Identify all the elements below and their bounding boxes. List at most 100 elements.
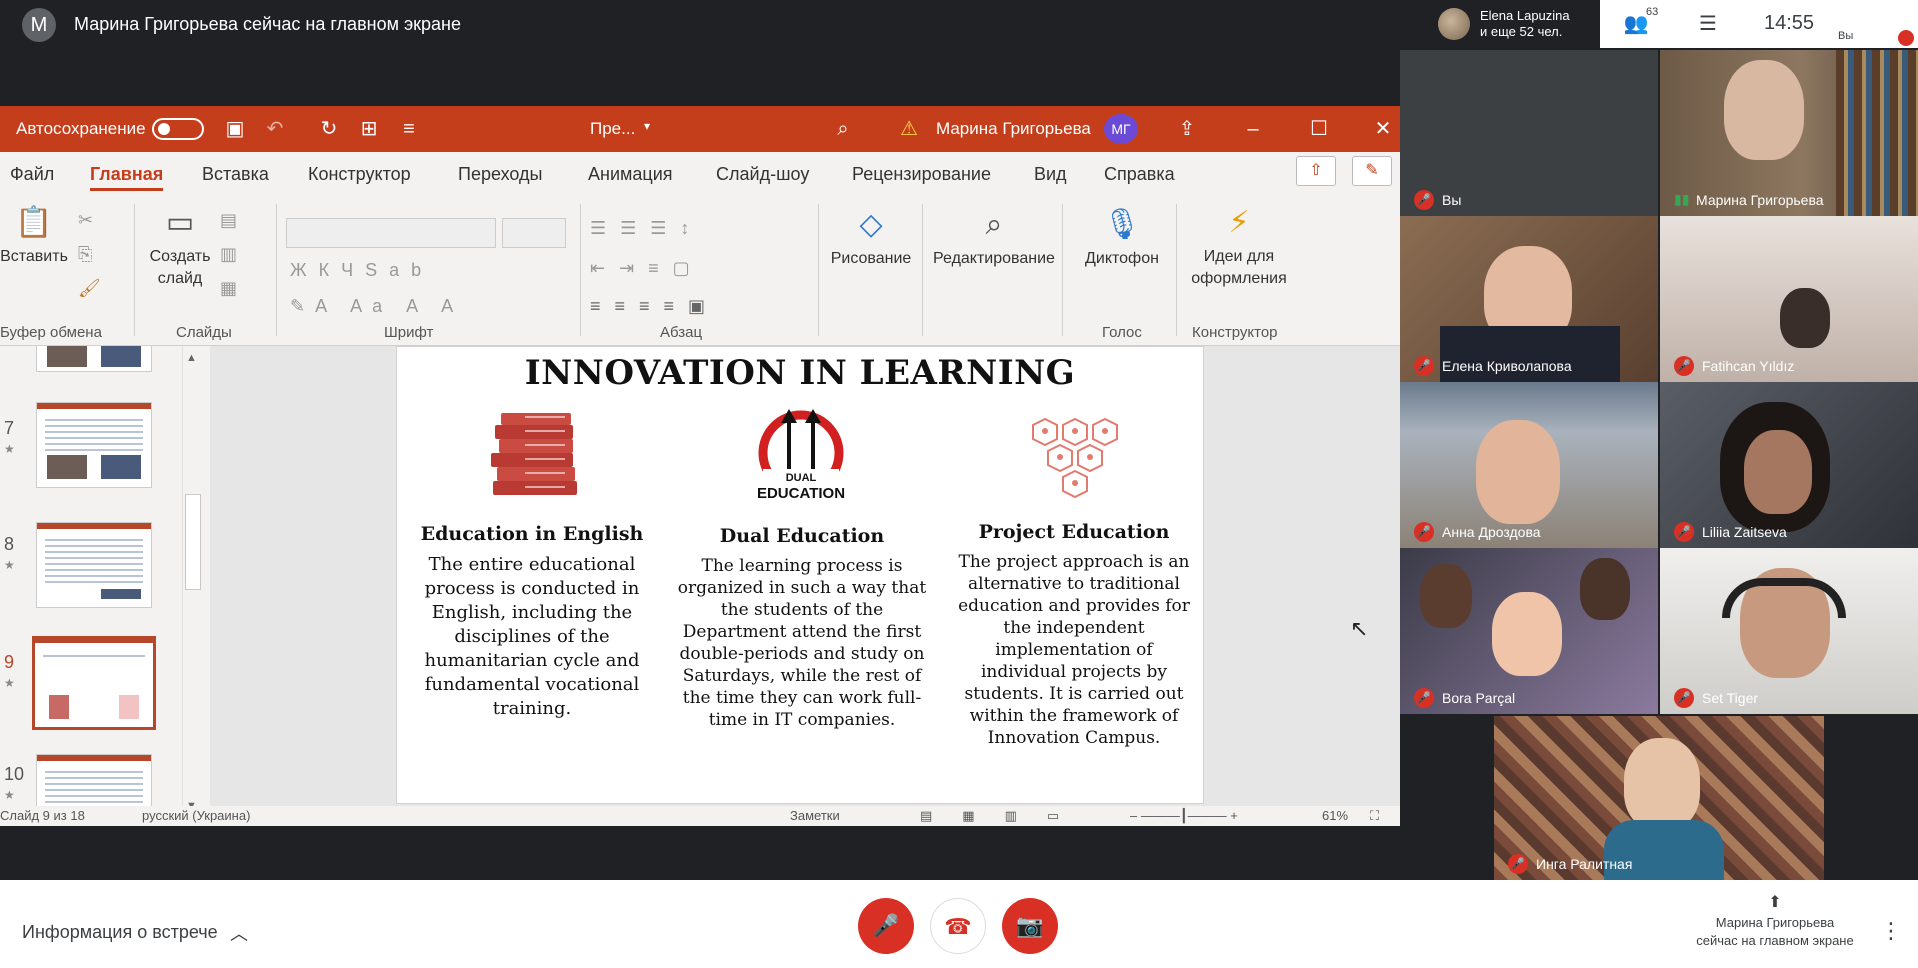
autosave-label: Автосохранение — [16, 119, 146, 138]
people-chip[interactable]: Elena Lapuzina и еще 52 чел. — [1428, 0, 1600, 48]
ribbon-divider — [1062, 204, 1063, 336]
user-avatar[interactable]: МГ — [1104, 114, 1138, 144]
ribbon-tabs: Файл Главная Вставка Конструктор Переход… — [0, 152, 1400, 196]
tab-design[interactable]: Конструктор — [308, 164, 411, 185]
autosave-toggle[interactable] — [152, 118, 204, 140]
tab-file[interactable]: Файл — [10, 164, 54, 185]
participant-video — [1580, 558, 1630, 620]
search-icon: ⌕ — [985, 208, 1003, 241]
present-now-button[interactable]: ⬆ Марина Григорьева сейчас на главном эк… — [1680, 894, 1870, 950]
file-name[interactable]: Пре... — [590, 119, 635, 139]
tab-review[interactable]: Рецензирование — [852, 164, 991, 185]
scroll-up-icon[interactable]: ▲ — [186, 352, 197, 364]
zoom-slider[interactable]: – ———┃——— + — [1130, 808, 1238, 824]
dictate-button[interactable]: 🎙 Диктофон — [1074, 206, 1170, 270]
status-bar: Слайд 9 из 18 русский (Украина) Заметки … — [0, 806, 1400, 826]
group-font: Шрифт — [384, 324, 434, 341]
language[interactable]: русский (Украина) — [142, 808, 250, 823]
participant-tile[interactable]: 🎤 Анна Дроздова — [1400, 382, 1658, 548]
tab-slideshow[interactable]: Слайд-шоу — [716, 164, 809, 185]
share-button[interactable]: ⇧ — [1296, 156, 1336, 186]
hang-up-button[interactable]: ☎ — [930, 898, 986, 954]
chip-more: и еще 52 чел. — [1480, 24, 1563, 39]
participant-tile[interactable]: 🎤 Bora Parçal — [1400, 548, 1658, 714]
slide-thumbnail[interactable] — [36, 402, 152, 488]
participant-name: Liliia Zaitseva — [1702, 524, 1787, 540]
ppt-titlebar: Автосохранение ▣ ↶ ↻ ⊞ ≡ Пре... ▾ ⌕ ⚠ Ма… — [0, 106, 1400, 152]
column-body: The learning process is organized in suc… — [677, 556, 927, 730]
slide-thumbnail[interactable] — [36, 522, 152, 608]
tab-home[interactable]: Главная — [90, 164, 164, 191]
section-icon[interactable]: ▦ — [220, 278, 237, 299]
customize-icon[interactable]: ≡ — [396, 116, 422, 142]
minimize-icon[interactable]: – — [1240, 116, 1266, 142]
ideas-label-2: оформления — [1191, 270, 1287, 287]
warning-icon: ⚠ — [900, 118, 918, 140]
mic-off-icon: 🎤 — [1508, 854, 1528, 874]
search-icon[interactable]: ⌕ — [830, 116, 856, 142]
view-icons[interactable]: ▤▦▥▭ — [920, 808, 1089, 824]
tab-help[interactable]: Справка — [1104, 164, 1175, 185]
star-icon: ★ — [4, 442, 15, 456]
list-icons[interactable]: ☰☰☰↕ — [590, 218, 703, 239]
participant-tile[interactable]: 🎤 Елена Криволапова — [1400, 216, 1658, 382]
font-format-icons[interactable]: ЖКЧSab — [290, 260, 433, 281]
presenter-banner: Марина Григорьева сейчас на главном экра… — [74, 14, 461, 34]
camera-toggle-button[interactable]: 📷 — [1002, 898, 1058, 954]
font-color-icons[interactable]: ✎A Aa A A — [290, 296, 463, 317]
participant-name: Инга Ралитная — [1536, 856, 1633, 872]
redo-icon[interactable]: ↻ — [316, 116, 342, 142]
participant-tile[interactable]: 🎤 Вы — [1400, 50, 1658, 216]
participant-tile[interactable]: ▮▮ Марина Григорьева — [1660, 50, 1918, 216]
participant-tile[interactable]: 🎤 Инга Ралитная — [1494, 716, 1824, 880]
mic-toggle-button[interactable]: 🎤 — [858, 898, 914, 954]
ribbon-display-icon[interactable]: ⇪ — [1174, 116, 1200, 142]
slide-thumbnail[interactable] — [36, 346, 152, 372]
comments-button[interactable]: ✎ — [1352, 156, 1392, 186]
notes-button[interactable]: Заметки — [790, 808, 840, 823]
indent-icons[interactable]: ⇤⇥≡▢ — [590, 258, 704, 279]
drawing-button[interactable]: ◇ Рисование — [826, 206, 916, 270]
save-icon[interactable]: ▣ — [222, 116, 248, 142]
lightning-icon: ⚡ — [1228, 206, 1250, 239]
font-size-input[interactable] — [502, 218, 566, 248]
reset-icon[interactable]: ▥ — [220, 244, 237, 265]
present-icon[interactable]: ⊞ — [356, 116, 382, 142]
tab-transitions[interactable]: Переходы — [458, 164, 542, 185]
undo-icon[interactable]: ↶ — [262, 116, 288, 142]
paste-button[interactable]: 📋 Вставить — [0, 204, 68, 268]
fit-slide-icon[interactable]: ⛶ — [1370, 808, 1379, 824]
ribbon-divider — [818, 204, 819, 336]
font-name-input[interactable] — [286, 218, 496, 248]
slide-thumbnail-active[interactable] — [32, 636, 156, 730]
layout-icon[interactable]: ▤ — [220, 210, 237, 231]
participant-video — [1476, 420, 1560, 524]
tab-insert[interactable]: Вставка — [202, 164, 269, 185]
scroll-thumb[interactable] — [185, 494, 201, 590]
zoom-level[interactable]: 61% — [1322, 808, 1348, 823]
chat-icon[interactable]: ☰ — [1694, 10, 1722, 38]
align-icons[interactable]: ≡≡≡≡▣ — [590, 296, 719, 317]
editing-button[interactable]: ⌕ Редактирование — [930, 206, 1058, 270]
mic-off-icon: 🎤 — [1414, 190, 1434, 210]
chevron-up-icon[interactable]: ︿ — [230, 920, 248, 946]
participant-tile[interactable]: 🎤 Fatihcan Yıldız — [1660, 216, 1918, 382]
format-painter-icon[interactable]: 🖌 — [78, 278, 101, 299]
thumbnail-scrollbar[interactable]: ▲ ▼ — [182, 346, 202, 816]
close-icon[interactable]: ✕ — [1370, 116, 1396, 142]
designer-button[interactable]: ⚡ Идеи для оформления — [1184, 204, 1294, 290]
dictate-label: Диктофон — [1085, 250, 1159, 267]
column-body: The entire educational process is conduc… — [424, 554, 640, 719]
tab-view[interactable]: Вид — [1034, 164, 1067, 185]
tab-animations[interactable]: Анимация — [588, 164, 673, 185]
participant-tile[interactable]: 🎤 Liliia Zaitseva — [1660, 382, 1918, 548]
maximize-icon[interactable]: ☐ — [1306, 116, 1332, 142]
more-options-icon[interactable]: ⋮ — [1880, 918, 1902, 944]
current-slide[interactable]: INNOVATION IN LEARNING DUAL EDUCATION Ed… — [396, 346, 1204, 804]
meeting-info-button[interactable]: Информация о встрече — [22, 922, 218, 943]
participant-tile[interactable]: 🎤 Set Tiger — [1660, 548, 1918, 714]
copy-icon[interactable]: ⎘ — [78, 244, 92, 265]
present-line1: Марина Григорьева — [1715, 915, 1835, 930]
new-slide-button[interactable]: ▭ Создать слайд — [144, 204, 216, 290]
cut-icon[interactable]: ✂ — [78, 210, 93, 231]
